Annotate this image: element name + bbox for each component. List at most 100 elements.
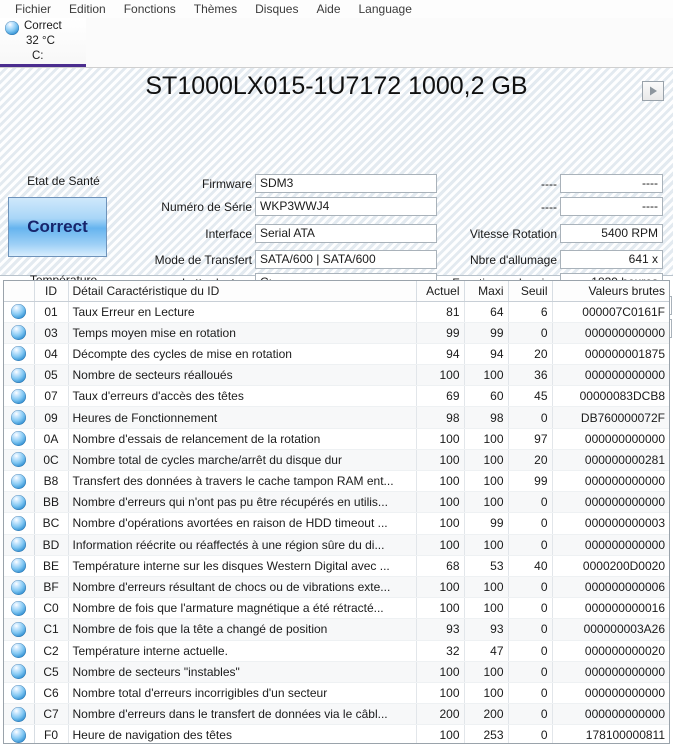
page-title: ST1000LX015-1U7172 1000,2 GB bbox=[145, 72, 528, 100]
info-field-row: Firmware SDM3 bbox=[118, 173, 437, 194]
row-current: 100 bbox=[416, 470, 465, 493]
info-field-label: Vitesse Rotation bbox=[469, 226, 557, 241]
row-id: BB bbox=[34, 491, 69, 514]
row-status-cell bbox=[4, 364, 35, 387]
col-header-description[interactable]: Détail Caractéristique du ID bbox=[68, 281, 417, 302]
table-row[interactable]: C0 Nombre de fois que l'armature magnétiq… bbox=[4, 597, 669, 620]
info-field-row: Interface Serial ATA bbox=[118, 223, 437, 244]
row-raw-value: 000000000003 bbox=[552, 512, 669, 535]
col-header-status[interactable] bbox=[4, 281, 35, 302]
row-threshold: 0 bbox=[508, 512, 553, 535]
table-row[interactable]: BD Information réécrite ou réaffectés à u… bbox=[4, 534, 669, 556]
row-current: 81 bbox=[416, 301, 465, 323]
row-current: 100 bbox=[416, 682, 465, 705]
table-row[interactable]: 01 Taux Erreur en Lecture 81 64 6 000007C0161… bbox=[4, 301, 669, 323]
disk-tab-strip: Correct 32 °C C: bbox=[0, 18, 673, 68]
row-worst: 100 bbox=[464, 470, 509, 493]
table-row[interactable]: BF Nombre d'erreurs résultant de chocs ou… bbox=[4, 576, 669, 599]
row-threshold: 0 bbox=[508, 618, 553, 641]
info-field-row: ---- ---- bbox=[432, 196, 663, 217]
row-raw-value: 000000000000 bbox=[552, 534, 669, 556]
row-threshold: 0 bbox=[508, 661, 553, 683]
table-row[interactable]: 0A Nombre d'essais de relancement de la r… bbox=[4, 428, 669, 450]
table-row[interactable]: C6 Nombre total d'erreurs incorrigibles d… bbox=[4, 682, 669, 705]
col-header-raw[interactable]: Valeurs brutes bbox=[552, 281, 669, 302]
info-field-row: Numéro de Série WKP3WWJ4 bbox=[118, 196, 437, 217]
menu-item-disques[interactable]: Disques bbox=[246, 0, 307, 18]
menu-item-th-mes[interactable]: Thèmes bbox=[185, 0, 246, 18]
row-current: 69 bbox=[416, 385, 465, 408]
row-raw-value: 000000003A26 bbox=[552, 618, 669, 641]
row-threshold: 0 bbox=[508, 491, 553, 514]
smart-attributes-panel: ID Détail Caractéristique du ID Actuel M… bbox=[3, 280, 670, 744]
table-row[interactable]: C2 Température interne actuelle. 32 47 0 0000… bbox=[4, 640, 669, 662]
menu-bar: Fichier Edition Fonctions Thèmes Disques Aide… bbox=[0, 0, 673, 18]
col-header-worst[interactable]: Maxi bbox=[464, 281, 509, 302]
table-row[interactable]: 07 Taux d'erreurs d'accès des têtes 69 60 45… bbox=[4, 385, 669, 408]
status-orb-icon bbox=[11, 664, 27, 680]
row-raw-value: 000000000000 bbox=[552, 470, 669, 493]
row-status-cell bbox=[4, 512, 35, 535]
row-current: 32 bbox=[416, 640, 465, 662]
table-row[interactable]: 05 Nombre de secteurs réalloués 100 100 36 00… bbox=[4, 364, 669, 387]
row-raw-value: DB760000072F bbox=[552, 406, 669, 429]
col-header-id[interactable]: ID bbox=[34, 281, 69, 302]
row-threshold: 6 bbox=[508, 301, 553, 323]
table-header: ID Détail Caractéristique du ID Actuel M… bbox=[4, 281, 669, 302]
info-field-label: Numéro de Série bbox=[161, 199, 252, 214]
menu-item-fonctions[interactable]: Fonctions bbox=[115, 0, 185, 18]
menu-item-edition[interactable]: Edition bbox=[60, 0, 115, 18]
table-row[interactable]: F0 Heure de navigation des têtes 100 253 0 17… bbox=[4, 724, 669, 743]
table-row[interactable]: BE Température interne sur les disques We… bbox=[4, 555, 669, 577]
status-orb-icon bbox=[11, 558, 27, 574]
row-threshold: 0 bbox=[508, 406, 553, 429]
col-header-threshold[interactable]: Seuil bbox=[508, 281, 553, 302]
row-id: BE bbox=[34, 555, 69, 577]
disk-tab-c[interactable]: Correct 32 °C C: bbox=[0, 18, 86, 67]
status-orb-icon bbox=[11, 346, 27, 362]
info-field-value[interactable]: SDM3 bbox=[255, 174, 437, 193]
menu-item-language[interactable]: Language bbox=[350, 0, 421, 18]
row-current: 68 bbox=[416, 555, 465, 577]
info-field-value[interactable]: Serial ATA bbox=[255, 224, 437, 243]
row-worst: 99 bbox=[464, 322, 509, 344]
table-row[interactable]: C1 Nombre de fois que la tête a changé de… bbox=[4, 618, 669, 641]
row-worst: 100 bbox=[464, 597, 509, 620]
table-row[interactable]: BB Nombre d'erreurs qui n'ont pas pu être… bbox=[4, 491, 669, 514]
row-current: 100 bbox=[416, 534, 465, 556]
row-raw-value: 000000001875 bbox=[552, 343, 669, 366]
health-status-badge[interactable]: Correct bbox=[8, 197, 107, 257]
info-field-value[interactable]: 641 x bbox=[560, 250, 663, 269]
info-field-value[interactable]: ---- bbox=[560, 174, 663, 193]
table-row[interactable]: C7 Nombre d'erreurs dans le transfert de … bbox=[4, 703, 669, 726]
info-field-value[interactable]: SATA/600 | SATA/600 bbox=[255, 250, 437, 269]
row-id: 0C bbox=[34, 449, 69, 472]
table-row[interactable]: B8 Transfert des données à travers le cac… bbox=[4, 470, 669, 493]
menu-item-aide[interactable]: Aide bbox=[307, 0, 349, 18]
info-field-value[interactable]: WKP3WWJ4 bbox=[255, 197, 437, 216]
status-orb-icon bbox=[11, 494, 27, 510]
table-row[interactable]: 04 Décompte des cycles de mise en rotatio… bbox=[4, 343, 669, 366]
info-field-label: Firmware bbox=[202, 176, 252, 191]
row-id: C7 bbox=[34, 703, 69, 726]
next-disk-button[interactable] bbox=[642, 81, 664, 101]
col-header-current[interactable]: Actuel bbox=[416, 281, 465, 302]
row-current: 100 bbox=[416, 449, 465, 472]
row-raw-value: 000000000000 bbox=[552, 491, 669, 514]
menu-item-fichier[interactable]: Fichier bbox=[6, 0, 60, 18]
row-id: C5 bbox=[34, 661, 69, 683]
row-threshold: 0 bbox=[508, 724, 553, 743]
info-field-value[interactable]: ---- bbox=[560, 197, 663, 216]
row-current: 100 bbox=[416, 364, 465, 387]
table-row[interactable]: 0C Nombre total de cycles marche/arrêt du… bbox=[4, 449, 669, 472]
info-field-value[interactable]: 5400 RPM bbox=[560, 224, 663, 243]
row-threshold: 45 bbox=[508, 385, 553, 408]
table-row[interactable]: C5 Nombre de secteurs "instables" 100 100 0 0… bbox=[4, 661, 669, 683]
row-threshold: 97 bbox=[508, 428, 553, 450]
row-status-cell bbox=[4, 470, 35, 493]
table-row[interactable]: 09 Heures de Fonctionnement 98 98 0 DB7600000… bbox=[4, 406, 669, 429]
info-field-row: Mode de Transfert SATA/600 | SATA/600 bbox=[118, 249, 437, 270]
info-field-label: ---- bbox=[541, 176, 557, 191]
table-row[interactable]: 03 Temps moyen mise en rotation 99 99 0 00000… bbox=[4, 322, 669, 344]
table-row[interactable]: BC Nombre d'opérations avortées en raison… bbox=[4, 512, 669, 535]
